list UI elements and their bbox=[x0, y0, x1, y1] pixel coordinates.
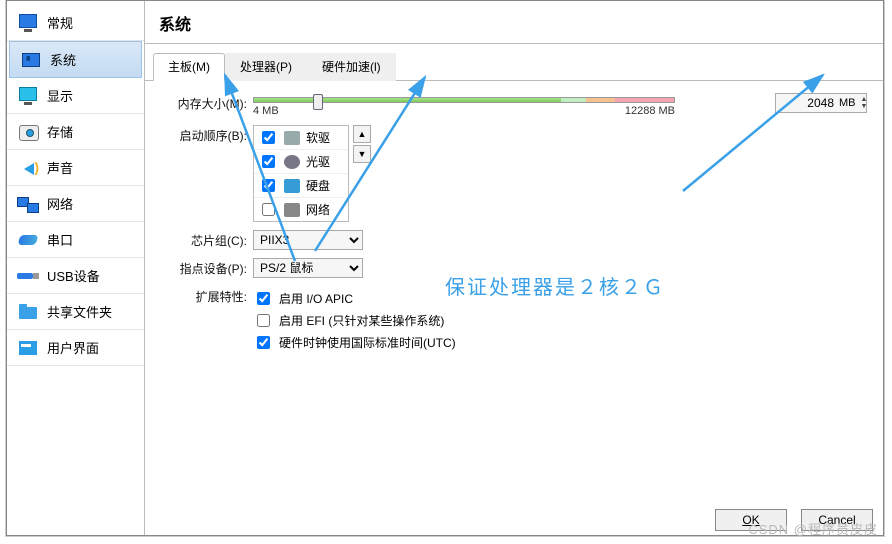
serial-icon bbox=[17, 231, 39, 249]
boot-item-hdd[interactable]: 硬盘 bbox=[254, 174, 348, 198]
memory-max: 12288 MB bbox=[625, 105, 675, 117]
network-icon bbox=[17, 195, 39, 213]
sidebar-label: 存储 bbox=[47, 122, 73, 141]
boot-check[interactable] bbox=[262, 131, 275, 144]
move-up-button[interactable]: ▲ bbox=[353, 125, 371, 143]
memory-input[interactable] bbox=[776, 94, 836, 112]
sidebar-label: USB设备 bbox=[47, 266, 100, 285]
ext-utc[interactable]: 硬件时钟使用国际标准时间(UTC) bbox=[253, 333, 867, 352]
ext-text: 启用 I/O APIC bbox=[279, 290, 353, 307]
sidebar-item-general[interactable]: 常规 bbox=[7, 5, 144, 41]
sidebar-item-system[interactable]: 系统 bbox=[9, 41, 142, 78]
sidebar-item-ui[interactable]: 用户界面 bbox=[7, 330, 144, 366]
boot-check[interactable] bbox=[262, 203, 275, 216]
sidebar-label: 显示 bbox=[47, 86, 73, 105]
boot-check[interactable] bbox=[262, 155, 275, 168]
ext-text: 硬件时钟使用国际标准时间(UTC) bbox=[279, 334, 456, 351]
ext-text: 启用 EFI (只针对某些操作系统) bbox=[279, 312, 444, 329]
tab-processor[interactable]: 处理器(P) bbox=[225, 53, 307, 81]
boot-item-floppy[interactable]: 软驱 bbox=[254, 126, 348, 150]
watermark: CSDN @程序员皮皮 bbox=[748, 519, 878, 538]
tab-motherboard[interactable]: 主板(M) bbox=[153, 53, 225, 81]
boot-item-net[interactable]: 网络 bbox=[254, 198, 348, 221]
folder-icon bbox=[17, 303, 39, 321]
boot-item-label: 网络 bbox=[306, 201, 330, 218]
main-panel: 系统 主板(M) 处理器(P) 硬件加速(l) 内存大小(M): 4 M bbox=[145, 1, 883, 535]
sidebar-label: 共享文件夹 bbox=[47, 302, 112, 321]
tab-acceleration[interactable]: 硬件加速(l) bbox=[307, 53, 396, 81]
boot-order-list[interactable]: 软驱 光驱 硬盘 网络 bbox=[253, 125, 349, 222]
memory-spinner[interactable]: MB ▲▼ bbox=[775, 93, 867, 113]
pointing-label: 指点设备(P): bbox=[161, 258, 253, 277]
ext-check[interactable] bbox=[257, 292, 270, 305]
sidebar-item-shared[interactable]: 共享文件夹 bbox=[7, 294, 144, 330]
sidebar-item-storage[interactable]: 存储 bbox=[7, 114, 144, 150]
boot-item-label: 光驱 bbox=[306, 153, 330, 170]
boot-item-label: 软驱 bbox=[306, 129, 330, 146]
netboot-icon bbox=[284, 203, 300, 217]
ui-icon bbox=[17, 339, 39, 357]
sidebar-item-display[interactable]: 显示 bbox=[7, 78, 144, 114]
boot-reorder: ▲ ▼ bbox=[353, 125, 371, 222]
ext-row: 扩展特性: 启用 I/O APIC 启用 EFI (只针对某些操作系统) 硬件时… bbox=[161, 286, 867, 355]
memory-unit: MB bbox=[836, 97, 859, 109]
display-icon bbox=[17, 87, 39, 105]
sidebar-label: 声音 bbox=[47, 158, 73, 177]
sidebar-item-audio[interactable]: 声音 bbox=[7, 150, 144, 186]
sound-icon bbox=[17, 159, 39, 177]
memory-slider[interactable] bbox=[253, 97, 675, 103]
sidebar-label: 网络 bbox=[47, 194, 73, 213]
sidebar-label: 常规 bbox=[47, 13, 73, 32]
tab-bar: 主板(M) 处理器(P) 硬件加速(l) bbox=[145, 44, 883, 81]
ext-label: 扩展特性: bbox=[161, 286, 253, 305]
chip-icon bbox=[20, 51, 42, 69]
sidebar-item-usb[interactable]: USB设备 bbox=[7, 258, 144, 294]
boot-check[interactable] bbox=[262, 179, 275, 192]
boot-row: 启动顺序(B): 软驱 光驱 硬盘 网络 ▲ ▼ bbox=[161, 125, 867, 222]
pointing-row: 指点设备(P): PS/2 鼠标 bbox=[161, 258, 867, 278]
ext-check[interactable] bbox=[257, 314, 270, 327]
memory-row: 内存大小(M): 4 MB 12288 MB MB bbox=[161, 93, 867, 117]
chipset-select[interactable]: PIIX3 bbox=[253, 230, 363, 250]
sidebar-item-network[interactable]: 网络 bbox=[7, 186, 144, 222]
boot-label: 启动顺序(B): bbox=[161, 125, 253, 144]
sidebar: 常规 系统 显示 存储 声音 网络 串口 USB设备 共享文件夹 用户界面 bbox=[7, 1, 145, 535]
pointing-select[interactable]: PS/2 鼠标 bbox=[253, 258, 363, 278]
sidebar-label: 串口 bbox=[47, 230, 73, 249]
monitor-icon bbox=[17, 14, 39, 32]
usb-icon bbox=[17, 267, 39, 285]
chipset-label: 芯片组(C): bbox=[161, 230, 253, 249]
chipset-row: 芯片组(C): PIIX3 bbox=[161, 230, 867, 250]
hdd-icon bbox=[284, 179, 300, 193]
ext-check[interactable] bbox=[257, 336, 270, 349]
ext-efi[interactable]: 启用 EFI (只针对某些操作系统) bbox=[253, 311, 867, 330]
memory-label: 内存大小(M): bbox=[161, 93, 253, 112]
settings-dialog: 常规 系统 显示 存储 声音 网络 串口 USB设备 共享文件夹 用户界面 系统… bbox=[6, 0, 884, 536]
boot-item-optical[interactable]: 光驱 bbox=[254, 150, 348, 174]
tab-content: 内存大小(M): 4 MB 12288 MB MB bbox=[145, 81, 883, 375]
sidebar-label: 用户界面 bbox=[47, 338, 99, 357]
boot-item-label: 硬盘 bbox=[306, 177, 330, 194]
ext-ioapic[interactable]: 启用 I/O APIC bbox=[253, 289, 867, 308]
sidebar-item-serial[interactable]: 串口 bbox=[7, 222, 144, 258]
memory-min: 4 MB bbox=[253, 105, 279, 117]
spinner-arrows-icon[interactable]: ▲▼ bbox=[859, 96, 870, 110]
move-down-button[interactable]: ▼ bbox=[353, 145, 371, 163]
disk-icon bbox=[17, 123, 39, 141]
floppy-icon bbox=[284, 131, 300, 145]
sidebar-label: 系统 bbox=[50, 50, 76, 69]
slider-thumb-icon[interactable] bbox=[313, 94, 323, 110]
optical-icon bbox=[284, 155, 300, 169]
page-title: 系统 bbox=[145, 1, 883, 44]
